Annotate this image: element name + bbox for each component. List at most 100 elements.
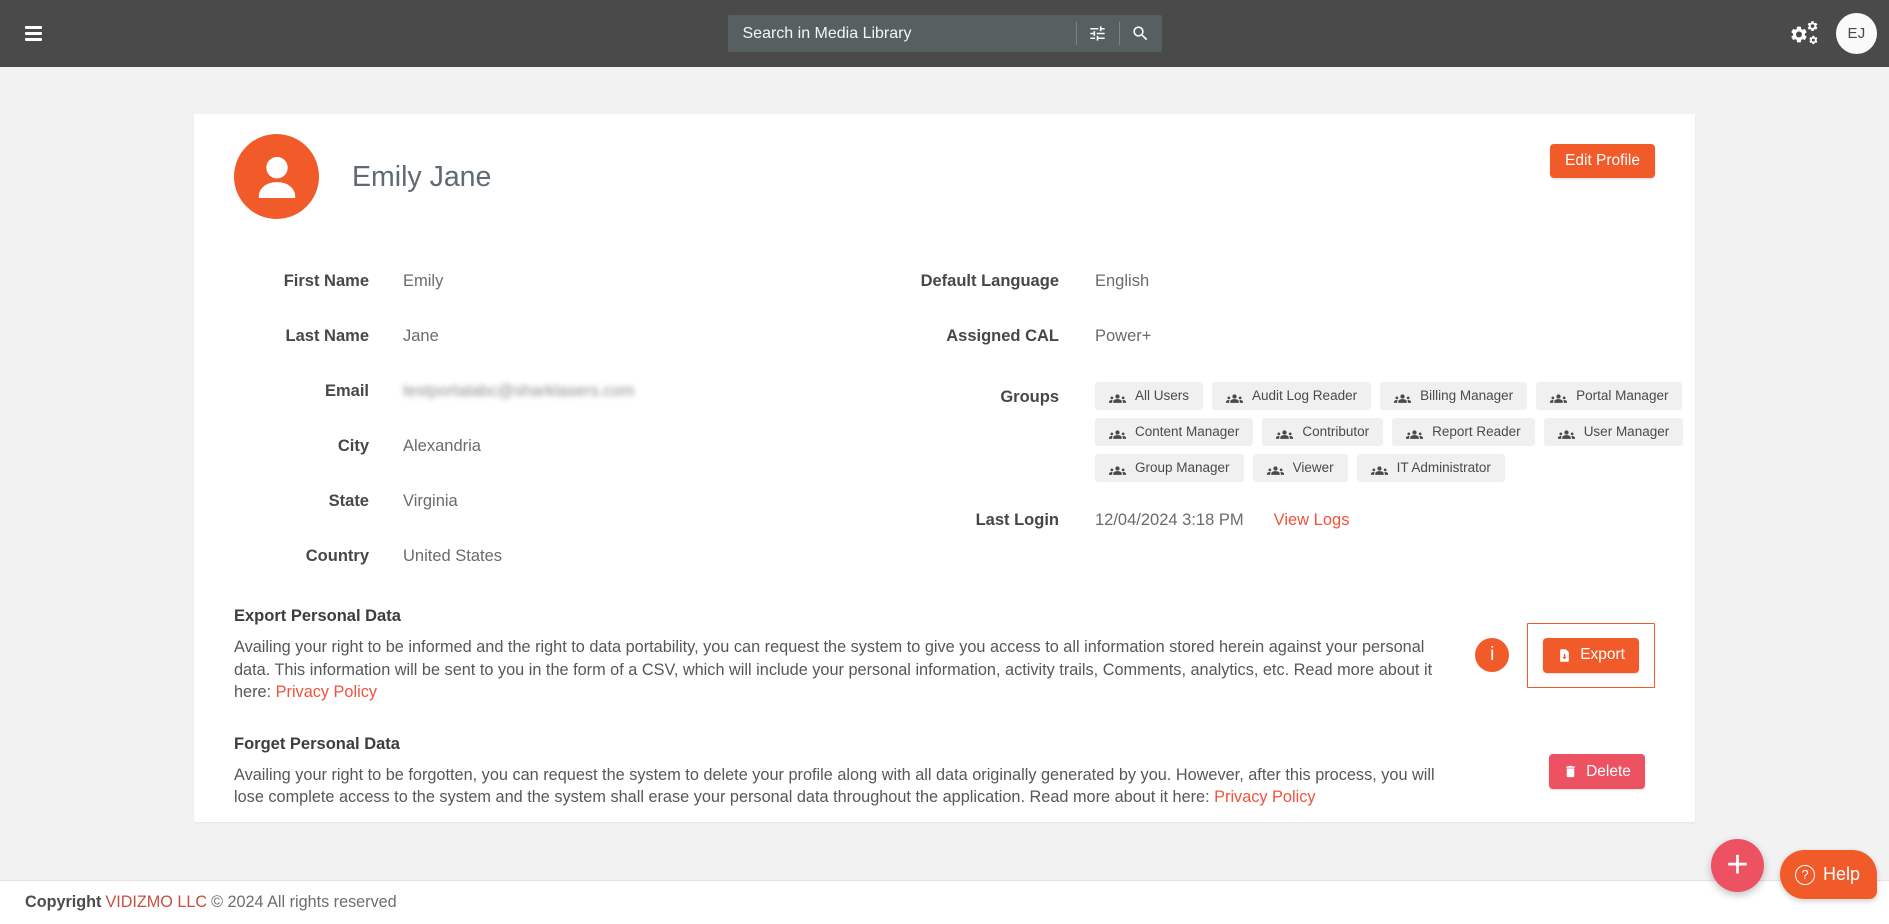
people-icon [1394, 390, 1411, 403]
group-badge: User Manager [1544, 418, 1684, 446]
view-logs-link[interactable]: View Logs [1274, 511, 1350, 529]
field-value: United States [403, 547, 502, 565]
page-title: Emily Jane [352, 161, 491, 194]
people-icon [1371, 462, 1388, 475]
topbar-right-cluster: EJ [1789, 13, 1877, 54]
field-value: Alexandria [403, 437, 481, 455]
field-state: State Virginia [234, 492, 895, 510]
group-badge-label: All Users [1135, 387, 1189, 405]
section-title: Export Personal Data [234, 607, 1435, 626]
group-badge-label: Billing Manager [1420, 387, 1513, 405]
field-label: State [234, 492, 369, 510]
admin-gears-icon[interactable] [1789, 20, 1820, 47]
menu-icon[interactable] [25, 26, 42, 41]
top-navigation-bar: EJ [0, 0, 1889, 67]
field-label: Last Name [234, 327, 369, 345]
group-badge: Audit Log Reader [1212, 382, 1371, 410]
field-value: English [1095, 272, 1149, 290]
profile-card: Emily Jane Edit Profile First Name Emily… [194, 114, 1695, 822]
group-badge-label: Contributor [1302, 423, 1369, 441]
field-value-blurred: testportalabc@sharklasers.com [403, 382, 634, 400]
copyright-label: Copyright [25, 893, 101, 912]
field-label: Country [234, 547, 369, 565]
people-icon [1109, 462, 1126, 475]
field-email: Email testportalabc@sharklasers.com [234, 382, 895, 400]
group-badge-label: User Manager [1584, 423, 1670, 441]
filter-icon[interactable] [1077, 15, 1119, 52]
forget-section-text: Forget Personal Data Availing your right… [234, 735, 1447, 809]
privacy-policy-link[interactable]: Privacy Policy [276, 683, 377, 701]
privacy-policy-link[interactable]: Privacy Policy [1214, 788, 1315, 806]
footer: Copyright VIDIZMO LLC © 2024 All rights … [0, 880, 1889, 924]
profile-fields: First Name Emily Last Name Jane Email te… [234, 272, 1655, 565]
field-label: City [234, 437, 369, 455]
badge-row: Content Manager Contributor Report Reade… [1095, 418, 1655, 446]
profile-page: Emily Jane Edit Profile First Name Emily… [0, 67, 1889, 880]
export-button[interactable]: Export [1543, 638, 1639, 673]
export-button-label: Export [1580, 646, 1625, 664]
group-badge-label: Report Reader [1432, 423, 1521, 441]
company-link[interactable]: VIDIZMO LLC [105, 893, 207, 912]
field-value: Emily [403, 272, 443, 290]
field-last-login: Last Login 12/04/2024 3:18 PM View Logs [895, 511, 1655, 529]
media-library-search [728, 15, 1162, 52]
delete-action-column: Delete [1539, 754, 1655, 789]
field-assigned-cal: Assigned CAL Power+ [895, 327, 1655, 345]
field-first-name: First Name Emily [234, 272, 895, 290]
field-label: Email [234, 382, 369, 400]
section-description: Availing your right to be informed and t… [234, 636, 1435, 704]
group-badge-label: Viewer [1293, 459, 1334, 477]
field-label: First Name [234, 272, 369, 290]
field-country: Country United States [234, 547, 895, 565]
group-badge-label: Audit Log Reader [1252, 387, 1357, 405]
rights-text: © 2024 All rights reserved [211, 893, 397, 912]
field-label: Groups [895, 382, 1059, 482]
people-icon [1267, 462, 1284, 475]
field-label: Default Language [895, 272, 1059, 290]
group-badge: All Users [1095, 382, 1203, 410]
group-badge: Report Reader [1392, 418, 1535, 446]
field-default-language: Default Language English [895, 272, 1655, 290]
field-label: Last Login [895, 511, 1059, 529]
search-input[interactable] [728, 15, 1076, 52]
field-groups: Groups All Users Audit Log Reader Billin… [895, 382, 1655, 482]
section-title: Forget Personal Data [234, 735, 1447, 754]
export-button-outline: Export [1527, 623, 1655, 688]
profile-avatar [234, 134, 319, 219]
badge-row: All Users Audit Log Reader Billing Manag… [1095, 382, 1655, 410]
field-value: Virginia [403, 492, 458, 510]
field-value: Power+ [1095, 327, 1151, 345]
plus-icon[interactable] [1711, 839, 1764, 892]
last-login-value: 12/04/2024 3:18 PM [1095, 511, 1244, 529]
people-icon [1276, 426, 1293, 439]
user-avatar[interactable]: EJ [1836, 13, 1877, 54]
section-description: Availing your right to be forgotten, you… [234, 764, 1447, 809]
people-icon [1109, 390, 1126, 403]
field-label: Assigned CAL [895, 327, 1059, 345]
question-icon [1795, 865, 1815, 885]
people-icon [1406, 426, 1423, 439]
profile-card-header: Emily Jane Edit Profile [234, 134, 1655, 219]
forget-personal-data-section: Forget Personal Data Availing your right… [234, 735, 1655, 809]
group-badge: IT Administrator [1357, 454, 1505, 482]
delete-button-label: Delete [1586, 763, 1631, 781]
people-icon [1550, 390, 1567, 403]
group-badge-label: Portal Manager [1576, 387, 1668, 405]
field-value: Jane [403, 327, 439, 345]
help-button[interactable]: Help [1780, 850, 1877, 899]
search-icon[interactable] [1120, 15, 1162, 52]
people-icon [1558, 426, 1575, 439]
trash-icon [1563, 764, 1578, 779]
group-badge: Contributor [1262, 418, 1383, 446]
description-text: Availing your right to be informed and t… [234, 638, 1432, 701]
person-icon [249, 149, 305, 205]
badge-row: Group Manager Viewer IT Administrator [1095, 454, 1655, 482]
delete-button[interactable]: Delete [1549, 754, 1645, 789]
edit-profile-button[interactable]: Edit Profile [1550, 144, 1655, 178]
info-icon[interactable] [1475, 638, 1509, 672]
group-badge: Billing Manager [1380, 382, 1527, 410]
group-badge: Viewer [1253, 454, 1348, 482]
group-badge-label: IT Administrator [1397, 459, 1491, 477]
export-personal-data-section: Export Personal Data Availing your right… [234, 607, 1655, 704]
group-badge-label: Group Manager [1135, 459, 1230, 477]
